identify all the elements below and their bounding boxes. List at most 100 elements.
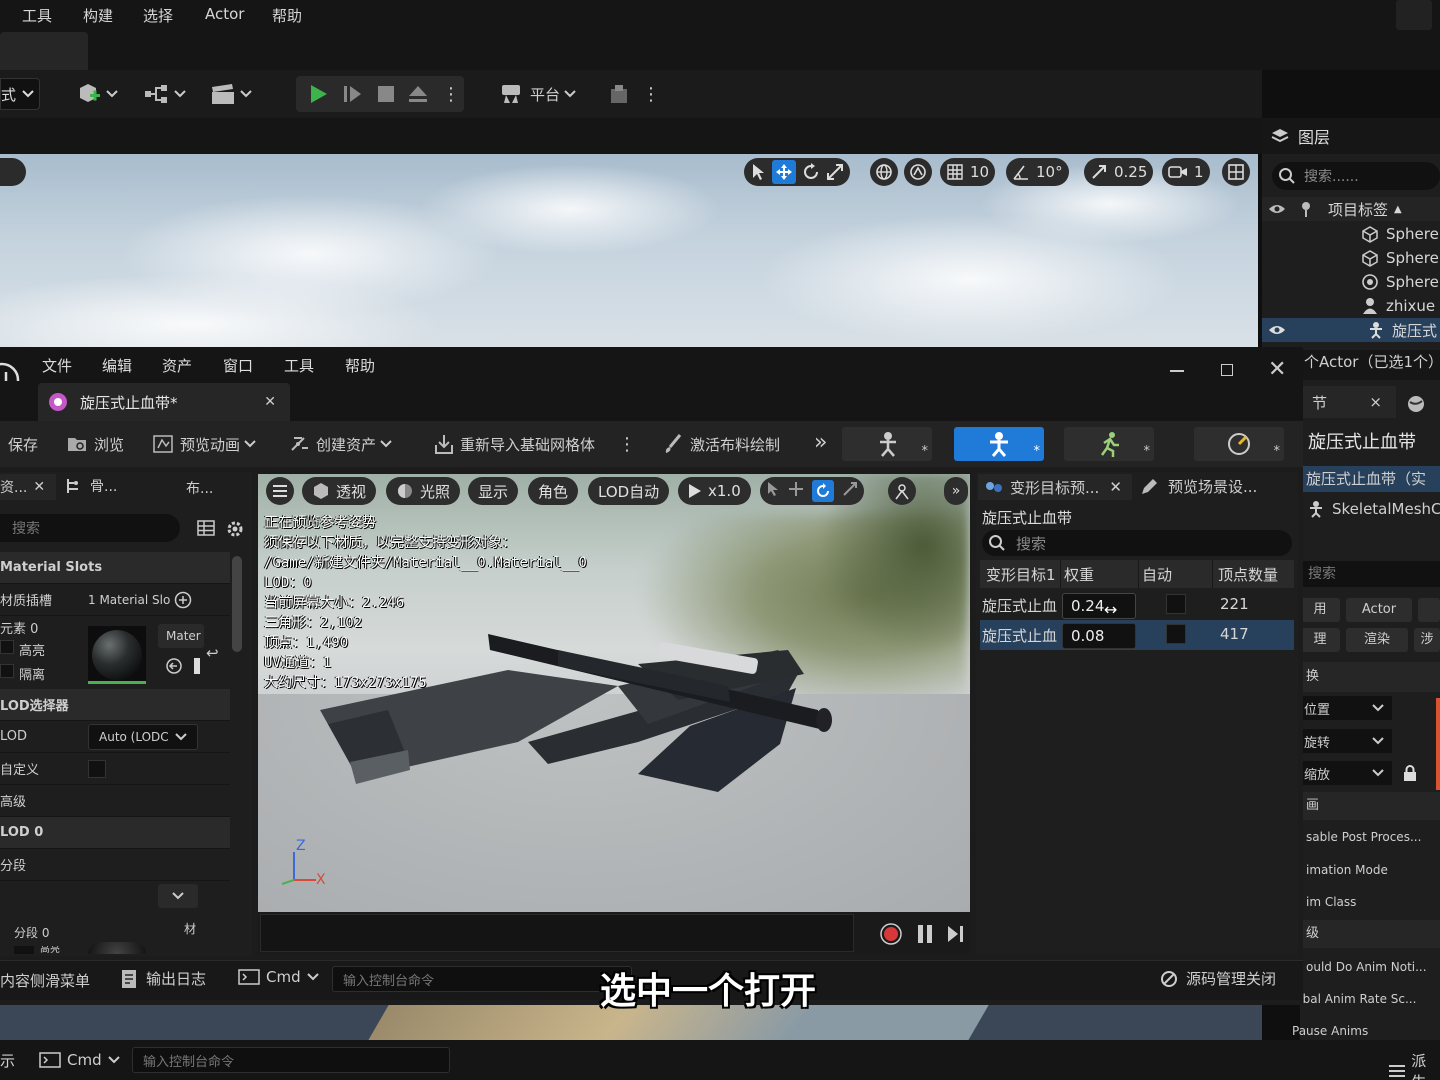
lod-picker-header[interactable]: LOD选择器 bbox=[0, 689, 230, 721]
col-weight[interactable]: 权重 bbox=[1064, 564, 1094, 585]
morph-target-tab[interactable]: 变形目标预... ✕ bbox=[978, 474, 1132, 500]
lighting-button[interactable]: 光照 bbox=[386, 477, 461, 505]
col-vertex-count[interactable]: 顶点数量 bbox=[1218, 564, 1278, 585]
pin-icon[interactable] bbox=[1292, 201, 1320, 217]
browse-button[interactable]: 浏览 bbox=[66, 428, 124, 460]
outliner-item[interactable]: Sphere bbox=[1262, 222, 1440, 246]
eye-icon[interactable] bbox=[1262, 324, 1292, 336]
left-panel-search[interactable]: 搜索 bbox=[0, 514, 180, 542]
lock-icon[interactable] bbox=[1400, 762, 1420, 784]
record-button[interactable] bbox=[878, 921, 904, 947]
morph-auto-checkbox[interactable] bbox=[1166, 624, 1186, 644]
section-advanced[interactable]: 级 bbox=[1300, 920, 1440, 948]
blueprint-mode-button[interactable]: * bbox=[1194, 427, 1284, 461]
grid-snap[interactable]: 10 bbox=[940, 158, 996, 186]
camera-follow-button[interactable] bbox=[888, 477, 916, 505]
platforms-button[interactable]: 平台 bbox=[500, 78, 576, 110]
content-drawer-button[interactable]: 内容侧滑菜单 bbox=[0, 970, 90, 991]
scale-icon[interactable] bbox=[826, 163, 844, 181]
close-icon[interactable]: ✕ bbox=[264, 394, 276, 410]
scale-icon[interactable] bbox=[842, 481, 858, 501]
rotate-icon[interactable] bbox=[802, 163, 820, 181]
scale-snap[interactable]: 0.25 bbox=[1084, 158, 1154, 186]
console-input[interactable]: 输入控制台命令 bbox=[132, 1047, 450, 1073]
viewport-layout-button[interactable] bbox=[1222, 158, 1250, 186]
isolate-checkbox[interactable] bbox=[0, 664, 14, 678]
filter-rendering[interactable]: 渲染 bbox=[1346, 628, 1408, 652]
output-log-button[interactable]: 输出日志 bbox=[120, 968, 206, 989]
editor-menu-edit[interactable]: 编辑 bbox=[102, 355, 132, 376]
playback-speed-button[interactable]: x1.0 bbox=[678, 477, 751, 505]
more-options-icon[interactable]: ⋮ bbox=[642, 80, 660, 108]
material-picker[interactable]: Mater bbox=[158, 624, 204, 648]
lod-auto-button[interactable]: LOD自动 bbox=[588, 477, 670, 505]
editor-cmd-dropdown[interactable]: Cmd bbox=[238, 968, 319, 986]
rotation-snap[interactable]: 10° bbox=[1006, 158, 1069, 186]
level-viewport[interactable] bbox=[0, 154, 1258, 348]
world-settings-icon[interactable] bbox=[1404, 392, 1428, 416]
timeline-track[interactable] bbox=[260, 914, 854, 952]
eject-button[interactable] bbox=[404, 80, 432, 108]
select-icon[interactable] bbox=[750, 163, 766, 181]
morph-auto-checkbox[interactable] bbox=[1166, 594, 1186, 614]
world-local-toggle[interactable] bbox=[870, 158, 898, 186]
filter-actor[interactable]: Actor bbox=[1346, 598, 1412, 622]
component-root[interactable]: 旋压式止血带（实 bbox=[1300, 466, 1440, 492]
close-window-icon[interactable]: ✕ bbox=[1268, 358, 1286, 382]
source-control-button[interactable]: 源码管理关闭 bbox=[1160, 968, 1276, 989]
preview-scene-tab[interactable]: 预览场景设... bbox=[1140, 476, 1257, 497]
filter-physics[interactable]: 理 bbox=[1300, 628, 1340, 652]
play-button[interactable] bbox=[304, 80, 332, 108]
custom-checkbox[interactable] bbox=[88, 760, 106, 778]
derived-data-button[interactable]: 派生 bbox=[1388, 1050, 1440, 1080]
editor-menu-help[interactable]: 帮助 bbox=[345, 355, 375, 376]
material-thumbnail[interactable] bbox=[88, 626, 146, 684]
move-icon[interactable] bbox=[772, 160, 796, 184]
mode-dropdown[interactable]: 式 bbox=[0, 78, 40, 110]
details-tab[interactable]: 节 × bbox=[1300, 386, 1396, 418]
cmd-dropdown[interactable]: Cmd bbox=[39, 1051, 120, 1069]
skeleton-tree-tab[interactable]: 骨... bbox=[64, 476, 117, 496]
minimize-icon[interactable] bbox=[1170, 370, 1184, 372]
step-forward-button[interactable] bbox=[944, 922, 968, 946]
lod0-header[interactable]: LOD 0 bbox=[0, 817, 230, 849]
asset-tab[interactable]: 旋压式止血带* ✕ bbox=[38, 383, 290, 421]
menu-select[interactable]: 选择 bbox=[143, 5, 173, 26]
settings-button[interactable] bbox=[606, 80, 634, 108]
settings-gear-icon[interactable] bbox=[224, 518, 246, 540]
section-checkbox[interactable] bbox=[14, 946, 34, 954]
reimport-options-icon[interactable]: ⋮ bbox=[618, 430, 636, 458]
play-options-icon[interactable]: ⋮ bbox=[442, 80, 460, 108]
morph-search[interactable]: 搜索 bbox=[982, 530, 1292, 556]
morph-weight-input[interactable]: 0.24 bbox=[1062, 593, 1136, 619]
close-icon[interactable]: × bbox=[1369, 393, 1382, 411]
editor-menu-window[interactable]: 窗口 bbox=[223, 355, 253, 376]
content-drawer-fragment[interactable]: 示 bbox=[0, 1050, 15, 1071]
viewport-options-button[interactable] bbox=[266, 477, 294, 505]
rotation-dropdown[interactable]: 旋转 bbox=[1300, 729, 1392, 753]
surface-snap-toggle[interactable] bbox=[904, 158, 932, 186]
blueprint-button[interactable] bbox=[144, 78, 186, 110]
toolbar-overflow-icon[interactable]: » bbox=[814, 430, 827, 455]
section-animation[interactable]: 画 bbox=[1300, 792, 1440, 820]
add-circle-icon[interactable] bbox=[174, 591, 192, 613]
filter-streaming[interactable]: 涉 bbox=[1414, 628, 1440, 652]
outliner-search[interactable]: 搜索...... bbox=[1272, 162, 1440, 190]
level-tab[interactable] bbox=[0, 32, 88, 70]
editor-menu-asset[interactable]: 资产 bbox=[162, 355, 192, 376]
browse-asset-icon[interactable] bbox=[164, 656, 184, 676]
preview-animation-button[interactable]: 预览动画 bbox=[152, 428, 256, 460]
outliner-item[interactable]: Sphere bbox=[1262, 246, 1440, 270]
sections-expand-button[interactable] bbox=[158, 884, 198, 908]
menu-tools[interactable]: 工具 bbox=[22, 5, 52, 26]
use-selected-icon[interactable] bbox=[194, 658, 200, 674]
viewport-expand-button[interactable]: » bbox=[944, 477, 968, 505]
details-search[interactable]: 搜索 bbox=[1300, 561, 1440, 587]
editor-menu-file[interactable]: 文件 bbox=[42, 355, 72, 376]
outliner-item-selected[interactable]: 旋压式 bbox=[1262, 318, 1440, 342]
lod-dropdown[interactable]: Auto (LODC bbox=[88, 724, 198, 750]
perspective-button[interactable]: 透视 bbox=[302, 477, 377, 505]
scale-dropdown[interactable]: 缩放 bbox=[1300, 761, 1392, 785]
cloth-tab[interactable]: 布... bbox=[186, 478, 213, 498]
table-view-icon[interactable] bbox=[196, 518, 216, 538]
